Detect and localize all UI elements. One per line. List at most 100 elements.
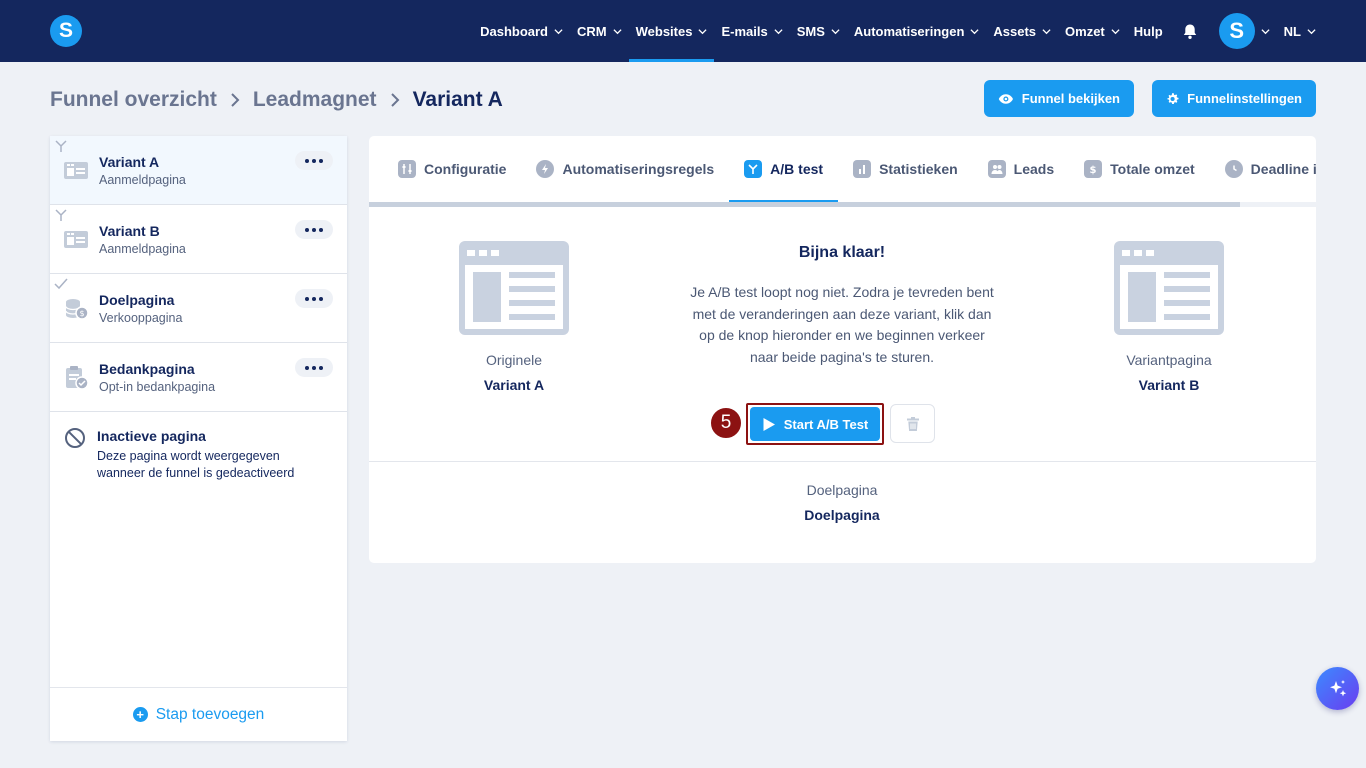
inactive-page-title: Inactieve pagina [97, 428, 206, 444]
avatar: S [1218, 13, 1255, 49]
funnel-settings-label: Funnelinstellingen [1187, 91, 1302, 106]
nav-item-label: Dashboard [480, 23, 548, 39]
page-title: Variant A [412, 88, 503, 111]
nav-item-dashboard[interactable]: Dashboard [473, 0, 570, 62]
view-funnel-button[interactable]: Funnel bekijken [984, 80, 1134, 117]
tab-statistieken[interactable]: Statistieken [838, 136, 973, 202]
step-bedankpagina[interactable]: Bedankpagina Opt-in bedankpagina [50, 343, 347, 412]
step-subtitle: Aanmeldpagina [99, 242, 186, 256]
chevron-right-icon [390, 93, 399, 107]
chevron-down-icon [1042, 28, 1051, 34]
nav-item-label: CRM [577, 23, 607, 39]
chevron-down-icon [970, 28, 979, 34]
step-number-badge: 5 [709, 406, 743, 440]
step-more-button[interactable] [295, 289, 333, 308]
user-menu[interactable]: S [1208, 0, 1277, 62]
nav-item-label: E-mails [721, 23, 768, 39]
ab-test-panel: Configuratie Automatiseringsregels A/B t… [369, 136, 1316, 563]
view-funnel-label: Funnel bekijken [1021, 91, 1120, 106]
chevron-down-icon [1111, 28, 1120, 34]
nav-item-websites[interactable]: Websites [628, 0, 715, 62]
step-variant-a[interactable]: Variant A Aanmeldpagina [50, 136, 347, 205]
goal-label: Doelpagina [806, 482, 878, 498]
goal-value: Doelpagina [804, 507, 880, 523]
bell-icon [1183, 24, 1196, 39]
tab-deadline[interactable]: Deadline in [1210, 136, 1316, 202]
nav-item-hulp[interactable]: Hulp [1127, 0, 1170, 62]
chevron-right-icon [231, 93, 240, 107]
step-doelpagina[interactable]: $ Doelpagina Verkooppagina [50, 274, 347, 343]
nav-item-emails[interactable]: E-mails [714, 0, 789, 62]
top-navbar: S Dashboard CRM Websites E-mails SMS Aut… [0, 0, 1366, 62]
tab-leads[interactable]: Leads [973, 136, 1069, 202]
variant-label: Variantpagina [1126, 352, 1212, 368]
check-icon [54, 278, 68, 290]
clock-icon [1224, 160, 1243, 178]
svg-text:$: $ [1090, 165, 1097, 175]
nav-item-omzet[interactable]: Omzet [1058, 0, 1127, 62]
tab-label: Deadline in [1250, 161, 1316, 177]
delete-variant-button[interactable] [890, 404, 935, 443]
start-ab-test-button[interactable]: Start A/B Test [750, 407, 880, 441]
chevron-down-icon [1261, 28, 1270, 34]
nav-item-automatiseringen[interactable]: Automatiseringen [847, 0, 987, 62]
prohibited-icon [65, 428, 85, 448]
breadcrumb-funnel-overview[interactable]: Funnel overzicht [50, 88, 217, 112]
nav-item-sms[interactable]: SMS [790, 0, 847, 62]
tab-label: A/B test [770, 161, 824, 177]
notifications-button[interactable] [1170, 0, 1208, 62]
step-title: Variant A [99, 154, 160, 170]
split-icon [55, 140, 67, 152]
funnel-settings-button[interactable]: Funnelinstellingen [1152, 80, 1316, 117]
add-step-button[interactable]: + Stap toevoegen [50, 687, 347, 741]
original-value: Variant A [483, 377, 545, 393]
inactive-page-description: Deze pagina wordt weergegeven wanneer de… [97, 449, 295, 480]
split-icon [55, 209, 67, 221]
dollar-icon: $ [1084, 160, 1103, 178]
step-title: Bedankpagina [99, 361, 195, 377]
chevron-down-icon [831, 28, 840, 34]
nav-item-crm[interactable]: CRM [570, 0, 629, 62]
page-layout-icon [64, 162, 88, 179]
step-more-button[interactable] [295, 220, 333, 239]
page-layout-icon [64, 231, 88, 248]
step-variant-b[interactable]: Variant B Aanmeldpagina [50, 205, 347, 274]
nav-item-label: Assets [993, 23, 1037, 39]
svg-text:$: $ [79, 309, 84, 318]
breadcrumb-funnel[interactable]: Leadmagnet [253, 88, 377, 112]
tab-label: Totale omzet [1110, 161, 1195, 177]
step-more-button[interactable] [295, 151, 333, 170]
language-selector[interactable]: NL [1277, 0, 1366, 62]
step-subtitle: Verkooppagina [99, 311, 183, 325]
step-subtitle: Opt-in bedankpagina [99, 380, 216, 394]
start-ab-test-label: Start A/B Test [783, 416, 869, 432]
sparkle-icon [1329, 679, 1346, 696]
ab-test-description: Je A/B test loopt nog niet. Zodra je tev… [690, 284, 994, 365]
sliders-icon [398, 160, 416, 178]
inactive-page-item[interactable]: Inactieve pagina Deze pagina wordt weerg… [50, 412, 347, 512]
tab-automatiseringsregels[interactable]: Automatiseringsregels [521, 136, 729, 202]
tab-configuratie[interactable]: Configuratie [383, 136, 521, 202]
tabs-scrollbar-thumb[interactable] [369, 202, 1240, 207]
step-title: Doelpagina [99, 292, 175, 308]
step-more-button[interactable] [295, 358, 333, 377]
play-icon [763, 417, 775, 431]
chevron-down-icon [554, 28, 563, 34]
ab-test-status: Bijna klaar! Je A/B test loopt nog niet.… [689, 244, 995, 368]
step-tabs: Configuratie Automatiseringsregels A/B t… [369, 136, 1316, 202]
breadcrumb: Funnel overzicht Leadmagnet Variant A [50, 86, 503, 114]
section-divider [369, 461, 1316, 462]
eye-icon [998, 93, 1013, 104]
tab-label: Automatiseringsregels [562, 161, 715, 177]
app-logo[interactable]: S [50, 15, 82, 47]
chevron-down-icon [698, 28, 708, 34]
step-subtitle: Aanmeldpagina [99, 173, 186, 187]
gear-icon [1167, 92, 1179, 104]
ai-assistant-button[interactable] [1316, 667, 1359, 710]
tab-ab-test[interactable]: A/B test [729, 136, 838, 202]
nav-item-label: Hulp [1133, 23, 1163, 39]
split-icon [744, 160, 763, 178]
users-icon [987, 160, 1006, 178]
tab-totale-omzet[interactable]: $ Totale omzet [1069, 136, 1210, 202]
nav-item-assets[interactable]: Assets [986, 0, 1058, 62]
